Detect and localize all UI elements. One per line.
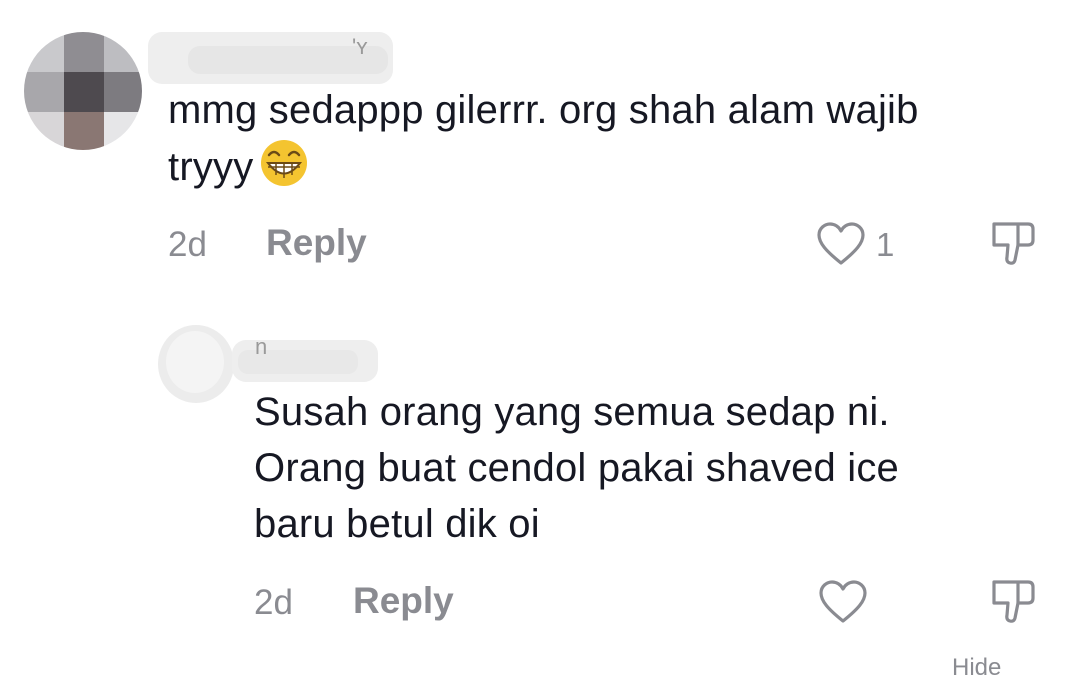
hide-replies-link[interactable]: Hide	[952, 654, 1001, 682]
comment-text: mmg sedappp gilerrr. org shah alam wajib…	[168, 82, 1068, 195]
comment-timestamp: 2d	[168, 225, 207, 264]
comment-line: Susah orang yang semua sedap ni.	[254, 390, 890, 434]
dislike-icon[interactable]	[988, 220, 1038, 268]
heart-icon[interactable]	[816, 221, 866, 267]
grinning-face-emoji-icon	[261, 140, 308, 186]
comment-line: tryyy	[168, 145, 254, 189]
comment-text: Susah orang yang semua sedap ni. Orang b…	[254, 384, 1054, 552]
comment-line: Orang buat cendol pakai shaved ice	[254, 446, 900, 490]
comment-line-with-emoji: tryyy	[168, 138, 1068, 195]
avatar[interactable]	[158, 325, 234, 403]
username-fragment: 'ʏ	[352, 34, 368, 59]
dislike-icon[interactable]	[988, 578, 1038, 626]
comment-timestamp: 2d	[254, 583, 293, 622]
like-count: 1	[876, 226, 895, 263]
reply-button[interactable]: Reply	[353, 580, 454, 622]
reply-button[interactable]: Reply	[266, 222, 367, 264]
username-redacted[interactable]	[232, 340, 378, 382]
comment-line: baru betul dik oi	[254, 502, 540, 546]
avatar[interactable]	[24, 32, 142, 150]
comment-line: mmg sedappp gilerrr. org shah alam wajib	[168, 88, 919, 132]
username-fragment: n	[255, 334, 268, 359]
heart-icon[interactable]	[818, 579, 868, 625]
